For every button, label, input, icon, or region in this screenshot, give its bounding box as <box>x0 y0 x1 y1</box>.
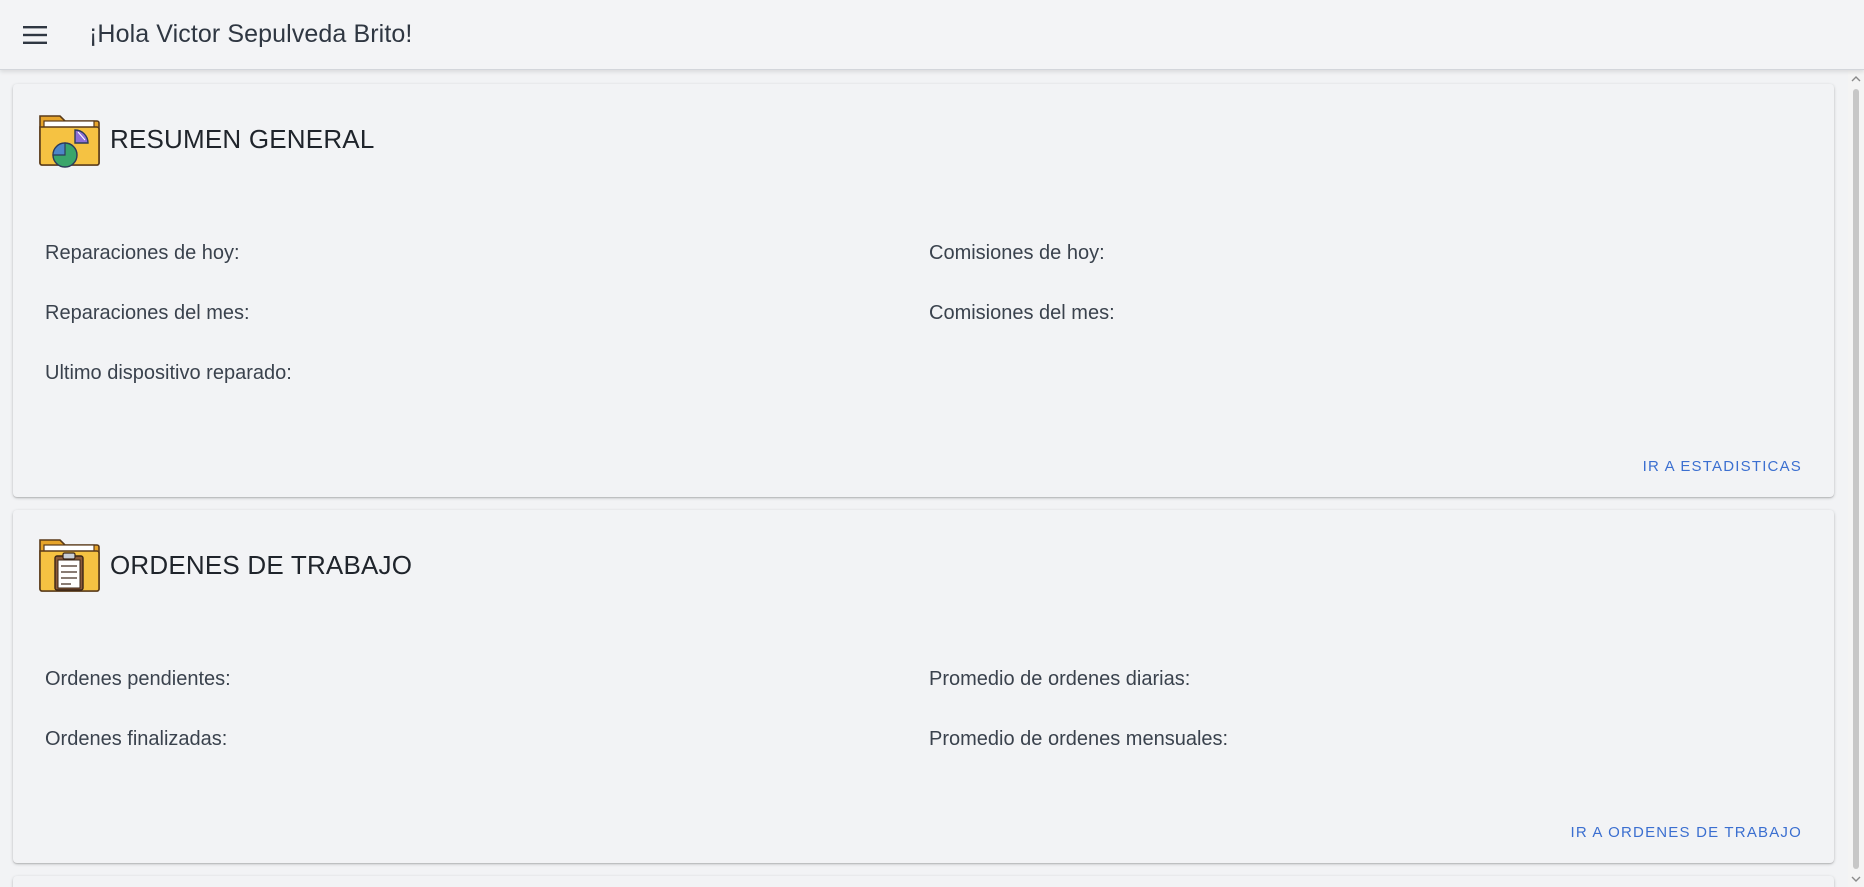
go-to-work-orders-link[interactable]: IR A ORDENES DE TRABAJO <box>1570 824 1802 841</box>
summary-card-title: RESUMEN GENERAL <box>110 123 375 154</box>
vertical-scrollbar[interactable] <box>1848 71 1864 887</box>
scroll-down-arrow-icon[interactable] <box>1851 874 1861 884</box>
app-bar: ¡Hola Victor Sepulveda Brito! <box>0 0 1864 70</box>
next-card-partial <box>13 876 1834 887</box>
last-device-label: Ultimo dispositivo reparado: <box>45 362 292 384</box>
main-content: RESUMEN GENERAL Reparaciones de hoy: Rep… <box>0 71 1848 887</box>
orders-card: ORDENES DE TRABAJO Ordenes pendientes: O… <box>13 510 1834 863</box>
orders-finished-label: Ordenes finalizadas: <box>45 728 228 750</box>
repairs-month-label: Reparaciones del mes: <box>45 302 250 324</box>
orders-card-title: ORDENES DE TRABAJO <box>110 549 413 580</box>
orders-monthly-average-label: Promedio de ordenes mensuales: <box>929 728 1229 750</box>
orders-daily-average-label: Promedio de ordenes diarias: <box>929 668 1191 690</box>
folder-clipboard-icon <box>38 534 100 596</box>
folder-pie-chart-icon <box>38 108 100 170</box>
commissions-month-label: Comisiones del mes: <box>929 302 1115 324</box>
scrollbar-thumb[interactable] <box>1853 89 1859 869</box>
summary-card-header: RESUMEN GENERAL <box>38 108 375 170</box>
commissions-today-label: Comisiones de hoy: <box>929 242 1105 264</box>
summary-card: RESUMEN GENERAL Reparaciones de hoy: Rep… <box>13 84 1834 497</box>
hamburger-menu-icon[interactable] <box>17 17 53 53</box>
scroll-up-arrow-icon[interactable] <box>1851 74 1861 84</box>
orders-card-header: ORDENES DE TRABAJO <box>38 534 412 596</box>
repairs-today-label: Reparaciones de hoy: <box>45 242 240 264</box>
orders-pending-label: Ordenes pendientes: <box>45 668 231 690</box>
go-to-statistics-link[interactable]: IR A ESTADISTICAS <box>1643 458 1802 475</box>
greeting-title: ¡Hola Victor Sepulveda Brito! <box>89 20 413 48</box>
